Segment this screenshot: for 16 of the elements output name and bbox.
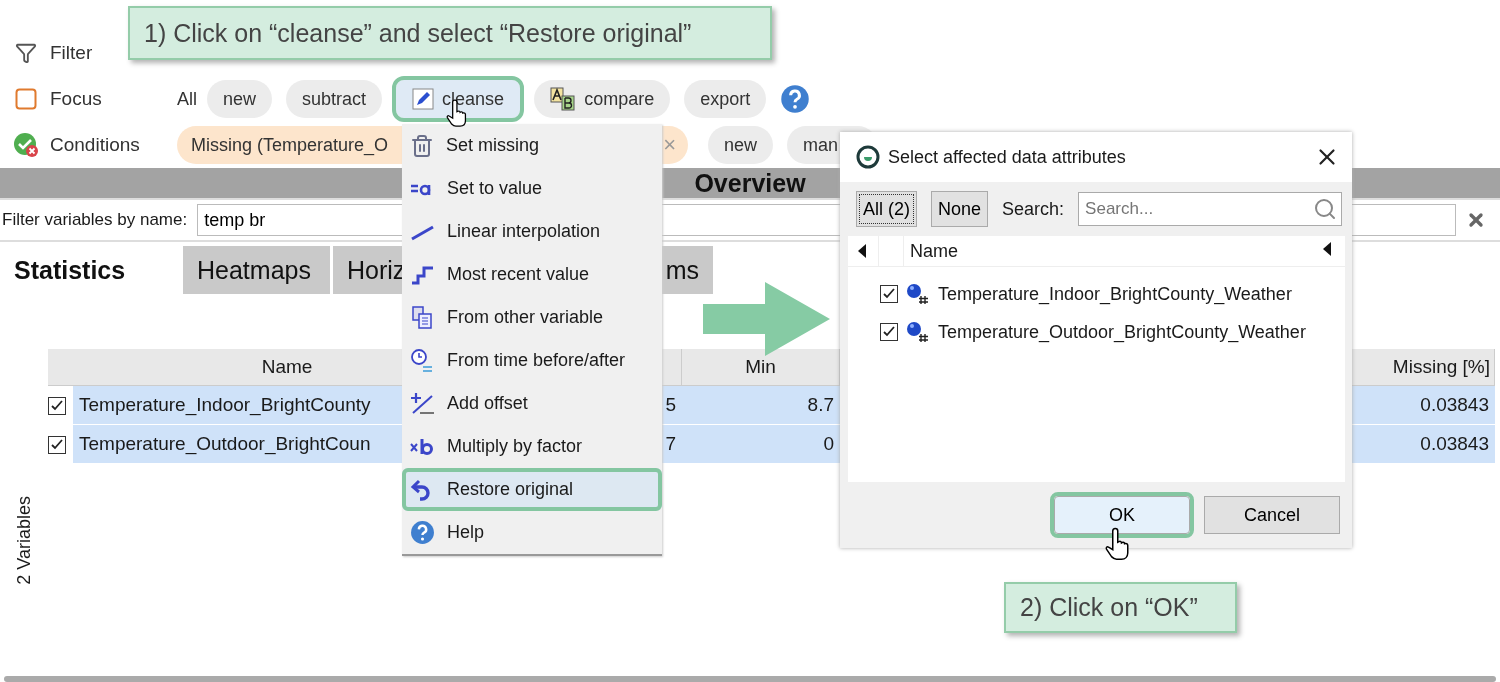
conditions-label: Conditions <box>50 134 141 156</box>
filter-label: Filter <box>50 42 94 64</box>
focus-label: Focus <box>50 88 103 110</box>
dialog-title: Select affected data attributes <box>888 146 1127 168</box>
attribute-name: Temperature_Indoor_BrightCounty_Weather <box>938 283 1292 305</box>
callout: 1) Click on “cleanse” and select “Restore original” <box>128 6 772 60</box>
filter-label: Filter variables by name: <box>2 210 188 230</box>
table-cell: 0 <box>682 425 840 464</box>
search-label: Search: <box>1002 198 1065 220</box>
overview-title: Overview <box>694 168 806 198</box>
column-header: Min <box>682 349 840 386</box>
table-cell: 8.7 <box>682 386 840 425</box>
callout: 2) Click on “OK” <box>1004 582 1237 633</box>
attribute-name: Temperature_Outdoor_BrightCounty_Weather <box>938 321 1306 343</box>
variables-count: 2 Variables <box>13 495 35 585</box>
column-header: Name <box>903 236 1323 266</box>
